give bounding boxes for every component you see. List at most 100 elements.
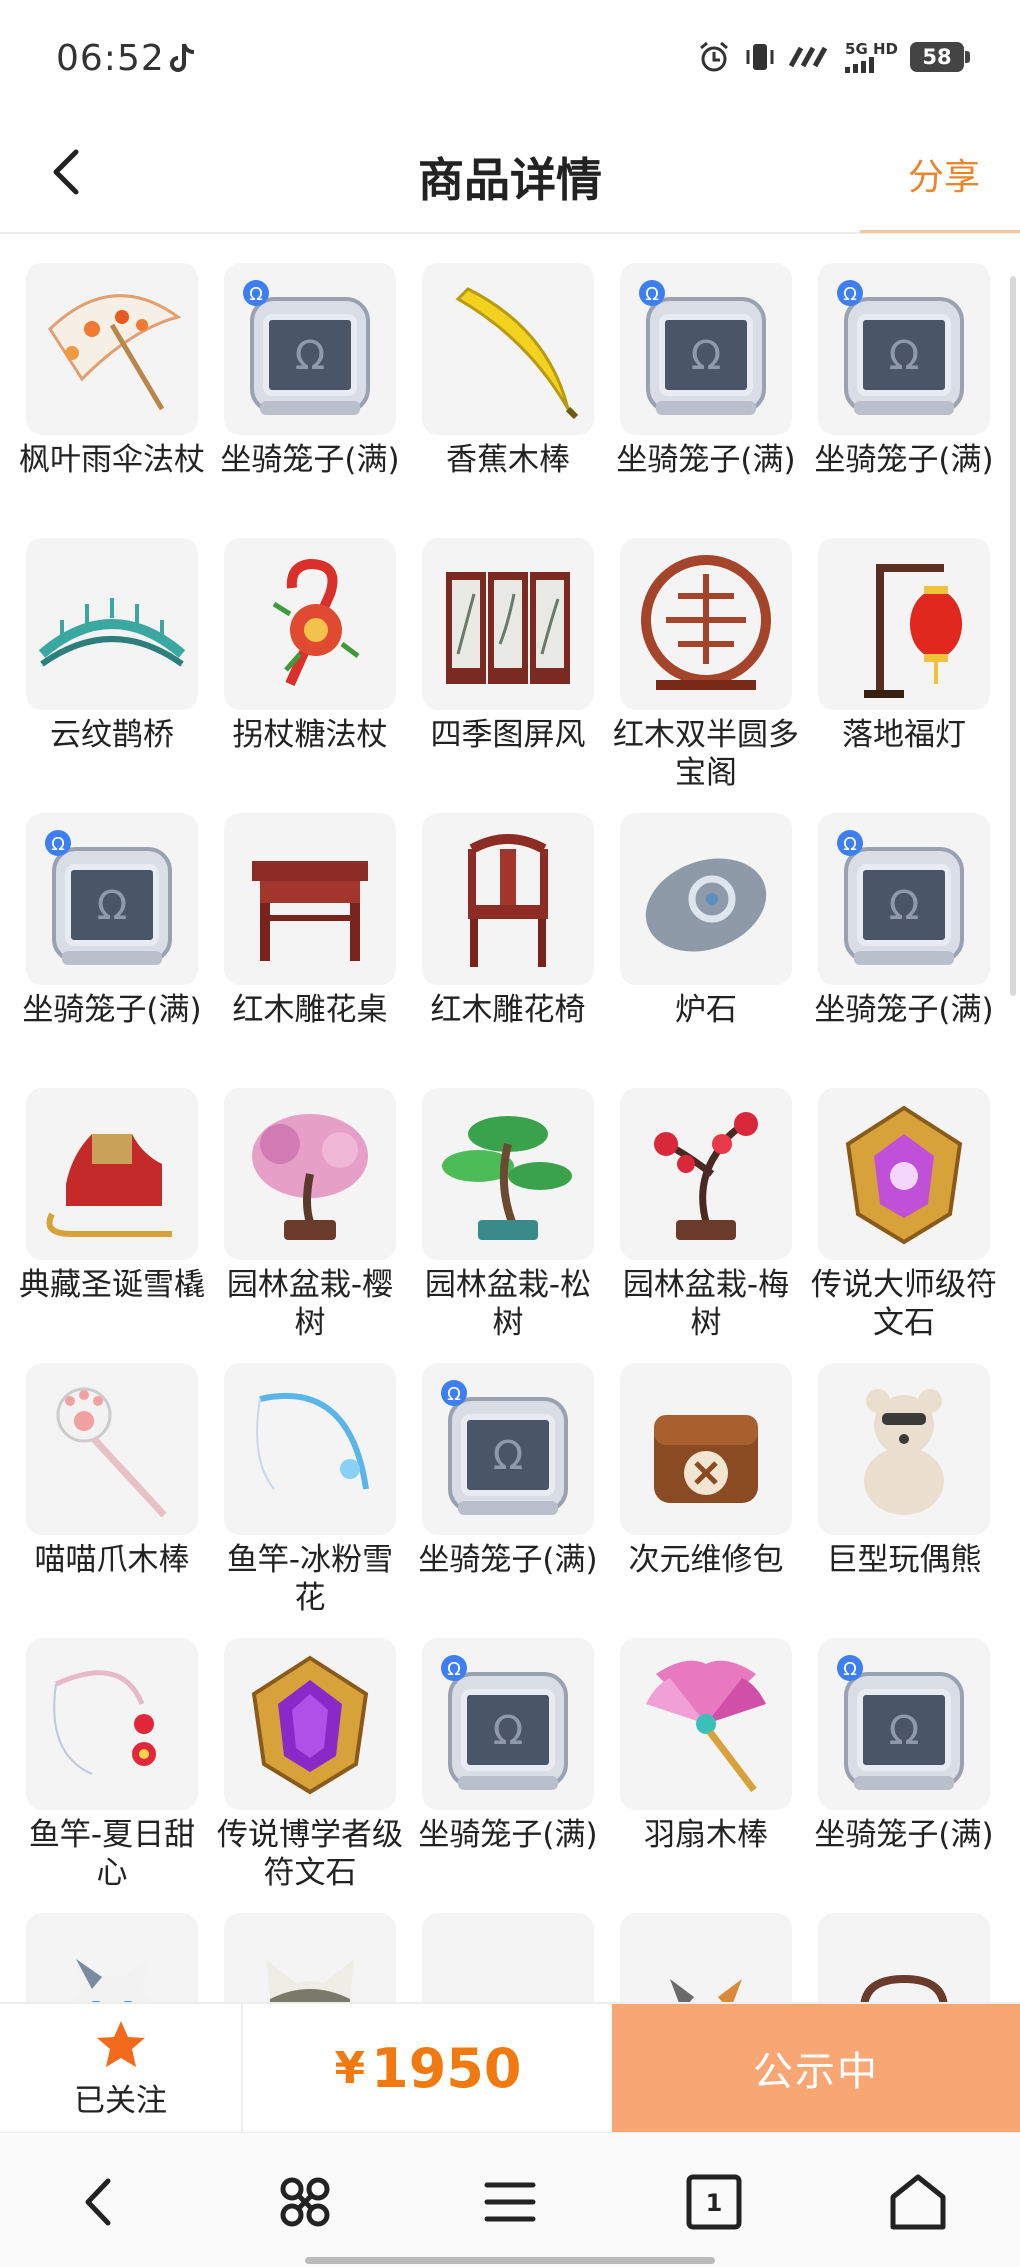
grid-item[interactable]: 传说博学者级符文石 [217, 1638, 403, 1913]
paw-stick-icon [56, 1387, 167, 1518]
item-name: 坐骑笼子(满) [418, 1817, 598, 1853]
item-thumbnail[interactable] [224, 1638, 396, 1810]
grid-item[interactable]: 枫叶雨伞法杖 [19, 263, 205, 538]
item-name: 红木雕花椅 [430, 992, 586, 1028]
fishing-rod-summer-icon [53, 1670, 156, 1775]
item-thumbnail[interactable] [26, 1363, 198, 1535]
item-thumbnail[interactable]: Ω Ω [818, 263, 990, 435]
grid-item[interactable]: 鱼竿-夏日甜心 [26, 1638, 198, 1913]
publicity-status-button[interactable]: 公示中 [612, 2004, 1020, 2132]
follow-label: 已关注 [74, 2082, 167, 2119]
grid-item[interactable]: 香蕉木棒 [422, 263, 594, 538]
grid-item[interactable]: Ω Ω 坐骑笼子(满) [418, 1638, 598, 1913]
grid-item[interactable]: 落地福灯 [818, 538, 990, 813]
item-thumbnail[interactable] [620, 1913, 792, 2002]
item-thumbnail[interactable] [620, 538, 792, 710]
grid-item[interactable] [422, 1913, 594, 2002]
item-thumbnail[interactable]: Ω Ω [224, 263, 396, 435]
nav-tabs-button[interactable]: 1 [679, 2167, 749, 2237]
share-button[interactable]: 分享 [908, 148, 980, 200]
grid-item[interactable]: Ω Ω 坐骑笼子(满) [616, 263, 796, 538]
item-thumbnail[interactable] [26, 538, 198, 710]
item-thumbnail[interactable] [422, 1913, 594, 2002]
item-name: 拐杖糖法杖 [232, 717, 388, 753]
grid-item[interactable]: 羽扇木棒 [620, 1638, 792, 1913]
item-thumbnail[interactable] [818, 538, 990, 710]
grid-item[interactable]: 红木雕花椅 [422, 813, 594, 1088]
lantern-icon [864, 564, 962, 698]
item-thumbnail[interactable] [422, 538, 594, 710]
round-shelf-icon [641, 555, 771, 690]
banana-stick-icon [455, 287, 579, 420]
item-thumbnail[interactable]: Ω Ω [620, 263, 792, 435]
grid-item[interactable]: 喵喵爪木棒 [26, 1363, 198, 1638]
item-thumbnail[interactable] [620, 1638, 792, 1810]
grid-item[interactable] [620, 1913, 792, 2002]
item-name: 坐骑笼子(满) [616, 442, 796, 478]
item-thumbnail[interactable] [818, 1363, 990, 1535]
item-thumbnail[interactable] [620, 813, 792, 985]
item-thumbnail[interactable]: Ω Ω [422, 1638, 594, 1810]
item-thumbnail[interactable] [224, 538, 396, 710]
grid-item[interactable]: 园林盆栽-松树 [422, 1088, 594, 1363]
grid-item[interactable]: Ω Ω 坐骑笼子(满) [220, 263, 400, 538]
grid-item[interactable]: 次元维修包 [620, 1363, 792, 1638]
item-thumbnail[interactable] [224, 1363, 396, 1535]
item-thumbnail[interactable] [224, 1088, 396, 1260]
item-thumbnail[interactable] [620, 1088, 792, 1260]
item-thumbnail[interactable]: Ω Ω [818, 1638, 990, 1810]
nav-back-button[interactable] [66, 2167, 136, 2237]
grid-item[interactable] [818, 1913, 990, 2002]
item-thumbnail[interactable] [26, 1913, 198, 2002]
nav-menu-button[interactable] [475, 2167, 545, 2237]
item-name: 坐骑笼子(满) [22, 992, 202, 1028]
grid-item[interactable]: 云纹鹊桥 [26, 538, 198, 813]
grid-item[interactable]: Ω Ω 坐骑笼子(满) [814, 263, 994, 538]
item-thumbnail[interactable] [224, 1913, 396, 2002]
item-grid-viewport[interactable]: 枫叶雨伞法杖 Ω Ω 坐骑笼子(满) 香蕉木棒 Ω Ω 坐骑笼子(满) Ω Ω 坐骑笼子… [0, 236, 1020, 2002]
item-thumbnail[interactable]: Ω Ω [422, 1363, 594, 1535]
grid-item[interactable]: 红木双半圆多宝阁 [613, 538, 799, 813]
item-name: 园林盆栽-梅树 [622, 1267, 790, 1341]
item-thumbnail[interactable] [26, 263, 198, 435]
follow-button[interactable]: 已关注 [0, 2004, 243, 2132]
grid-item[interactable]: 红木雕花桌 [224, 813, 396, 1088]
grid-item[interactable]: Ω Ω 坐骑笼子(满) [22, 813, 202, 1088]
grid-item[interactable]: 传说大师级符文石 [811, 1088, 997, 1363]
item-grid: 枫叶雨伞法杖 Ω Ω 坐骑笼子(满) 香蕉木棒 Ω Ω 坐骑笼子(满) Ω Ω 坐骑笼子… [19, 263, 997, 2002]
item-thumbnail[interactable] [818, 1088, 990, 1260]
grid-item[interactable]: 四季图屏风 [422, 538, 594, 813]
bonsai-plum-icon [654, 1112, 758, 1240]
grid-item[interactable]: Ω Ω 坐骑笼子(满) [814, 813, 994, 1088]
grid-item[interactable]: 园林盆栽-樱树 [224, 1088, 396, 1363]
item-thumbnail[interactable] [422, 1088, 594, 1260]
nav-apps-button[interactable] [270, 2167, 340, 2237]
grid-item[interactable]: Ω Ω 坐骑笼子(满) [418, 1363, 598, 1638]
item-thumbnail[interactable]: Ω Ω [818, 813, 990, 985]
grid-item[interactable]: 巨型玩偶熊 [818, 1363, 990, 1638]
item-thumbnail[interactable] [422, 263, 594, 435]
item-thumbnail[interactable] [26, 1088, 198, 1260]
scrollbar[interactable] [1010, 276, 1016, 996]
speed-icon [789, 46, 828, 68]
grid-item[interactable]: 炉石 [620, 813, 792, 1088]
grid-item[interactable]: 典藏圣诞雪橇 [19, 1088, 205, 1363]
grid-item[interactable]: 鱼竿-冰粉雪花 [224, 1363, 396, 1638]
grid-item[interactable] [26, 1913, 198, 2002]
battery-indicator: 58 [910, 42, 970, 72]
item-thumbnail[interactable] [26, 1638, 198, 1810]
item-thumbnail[interactable] [620, 1363, 792, 1535]
grid-item[interactable]: Ω Ω 坐骑笼子(满) [814, 1638, 994, 1913]
item-thumbnail[interactable] [818, 1913, 990, 2002]
repair-bag-icon [654, 1415, 758, 1503]
nav-home-button[interactable] [883, 2167, 953, 2237]
grid-item[interactable]: 园林盆栽-梅树 [620, 1088, 792, 1363]
grid-item[interactable] [224, 1913, 396, 2002]
item-thumbnail[interactable]: Ω Ω [26, 813, 198, 985]
mount-cage-icon: Ω Ω [837, 1655, 964, 1790]
item-thumbnail[interactable] [422, 813, 594, 985]
home-indicator[interactable] [305, 2257, 715, 2264]
tiktok-icon [170, 43, 195, 72]
item-thumbnail[interactable] [224, 813, 396, 985]
grid-item[interactable]: 拐杖糖法杖 [224, 538, 396, 813]
